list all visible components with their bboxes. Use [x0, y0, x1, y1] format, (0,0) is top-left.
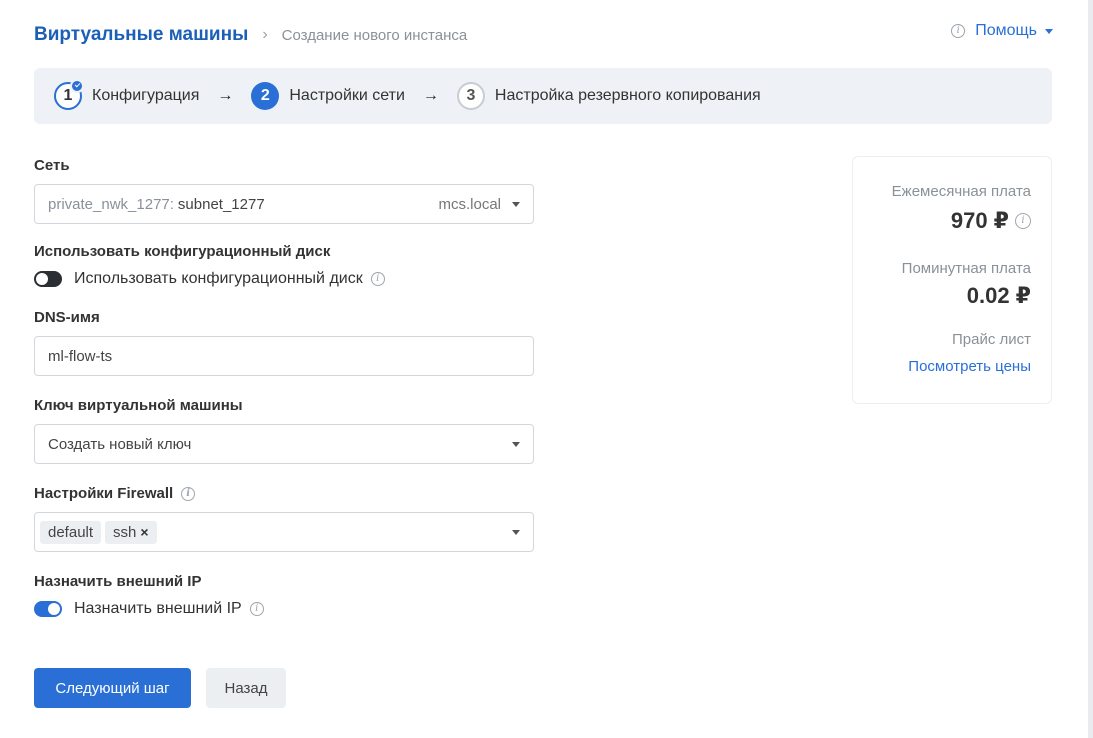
- caret-down-icon: [512, 530, 520, 535]
- subnet-name: subnet_1277: [177, 195, 265, 213]
- info-icon: i: [951, 24, 966, 38]
- back-button[interactable]: Назад: [206, 668, 286, 708]
- info-icon[interactable]: i: [181, 487, 196, 501]
- info-icon[interactable]: i: [370, 272, 385, 286]
- step-number: 2: [251, 82, 280, 110]
- help-label: Помощь: [975, 22, 1037, 39]
- step-label: Конфигурация: [92, 87, 200, 104]
- view-prices-link[interactable]: Посмотреть цены: [853, 358, 1031, 375]
- firewall-tag-ssh: ssh ×: [105, 520, 157, 544]
- config-disk-label: Использовать конфигурационный диск: [34, 243, 331, 260]
- breadcrumb-current: Создание нового инстанса: [281, 26, 468, 44]
- help-dropdown[interactable]: i Помощь: [943, 22, 1053, 40]
- info-icon[interactable]: i: [1015, 213, 1031, 229]
- vm-key-select[interactable]: Создать новый ключ: [34, 424, 534, 464]
- page-title[interactable]: Виртуальные машины: [34, 24, 248, 46]
- dns-label: DNS-имя: [34, 309, 100, 326]
- per-minute-fee-label: Поминутная плата: [901, 260, 1031, 277]
- vm-key-label: Ключ виртуальной машины: [34, 397, 243, 414]
- next-step-button[interactable]: Следующий шаг: [34, 668, 191, 708]
- external-ip-toggle[interactable]: [34, 601, 62, 617]
- pricing-card: Ежемесячная плата 970 ₽ i Поминутная пла…: [852, 156, 1052, 404]
- step-backup-settings[interactable]: 3 Настройка резервного копирования: [456, 82, 761, 110]
- page-header: Виртуальные машины › Создание нового инс…: [34, 22, 1053, 48]
- step-label: Настройки сети: [289, 87, 405, 104]
- firewall-multiselect[interactable]: default ssh ×: [34, 512, 534, 552]
- vm-key-value: Создать новый ключ: [48, 435, 192, 453]
- network-name: private_nwk_1277:: [48, 195, 174, 213]
- step-label: Настройка резервного копирования: [494, 87, 761, 104]
- firewall-label-row: Настройки Firewall i: [34, 484, 534, 504]
- monthly-fee-row: 970 ₽ i: [853, 208, 1031, 234]
- step-number: 3: [456, 82, 485, 110]
- config-disk-toggle-label: Использовать конфигурационный диск: [74, 270, 363, 287]
- scrollbar-track[interactable]: [1088, 0, 1093, 738]
- wizard-stepper: 1 Конфигурация → 2 Настройки сети → 3 На…: [34, 68, 1052, 124]
- external-ip-toggle-row: Назначить внешний IP i: [34, 600, 534, 618]
- info-icon[interactable]: i: [249, 602, 264, 616]
- step-network-settings[interactable]: 2 Настройки сети: [251, 82, 405, 110]
- step-number: 1: [54, 79, 84, 110]
- remove-tag-icon[interactable]: ×: [140, 524, 148, 540]
- monthly-fee-value: 970 ₽: [950, 208, 1009, 233]
- step-configuration[interactable]: 1 Конфигурация: [54, 79, 200, 110]
- firewall-tag-default: default: [40, 520, 102, 544]
- dns-value: ml-flow-ts: [48, 347, 113, 365]
- monthly-fee-label: Ежемесячная плата: [891, 183, 1031, 200]
- external-ip-label: Назначить внешний IP: [34, 573, 202, 590]
- caret-down-icon: [512, 442, 520, 447]
- chevron-right-icon: ›: [262, 26, 268, 43]
- network-label: Сеть: [34, 157, 70, 174]
- per-minute-fee-value: 0.02 ₽: [966, 283, 1031, 308]
- check-icon: [70, 79, 84, 93]
- arrow-right-icon: →: [217, 87, 234, 104]
- config-disk-toggle-row: Использовать конфигурационный диск i: [34, 270, 534, 288]
- network-select[interactable]: private_nwk_1277: subnet_1277 mcs.local: [34, 184, 534, 224]
- external-ip-toggle-label: Назначить внешний IP: [74, 600, 242, 617]
- firewall-label: Настройки Firewall: [34, 485, 174, 502]
- config-disk-toggle[interactable]: [34, 271, 62, 287]
- arrow-right-icon: →: [422, 87, 439, 104]
- caret-down-icon: [512, 202, 520, 207]
- dns-input[interactable]: ml-flow-ts: [34, 336, 534, 376]
- network-domain: mcs.local: [438, 195, 501, 213]
- caret-down-icon: [1045, 28, 1053, 34]
- form-actions: Следующий шаг Назад: [34, 668, 286, 708]
- price-list-label: Прайс лист: [951, 331, 1031, 348]
- network-settings-form: Сеть private_nwk_1277: subnet_1277 mcs.l…: [34, 156, 534, 618]
